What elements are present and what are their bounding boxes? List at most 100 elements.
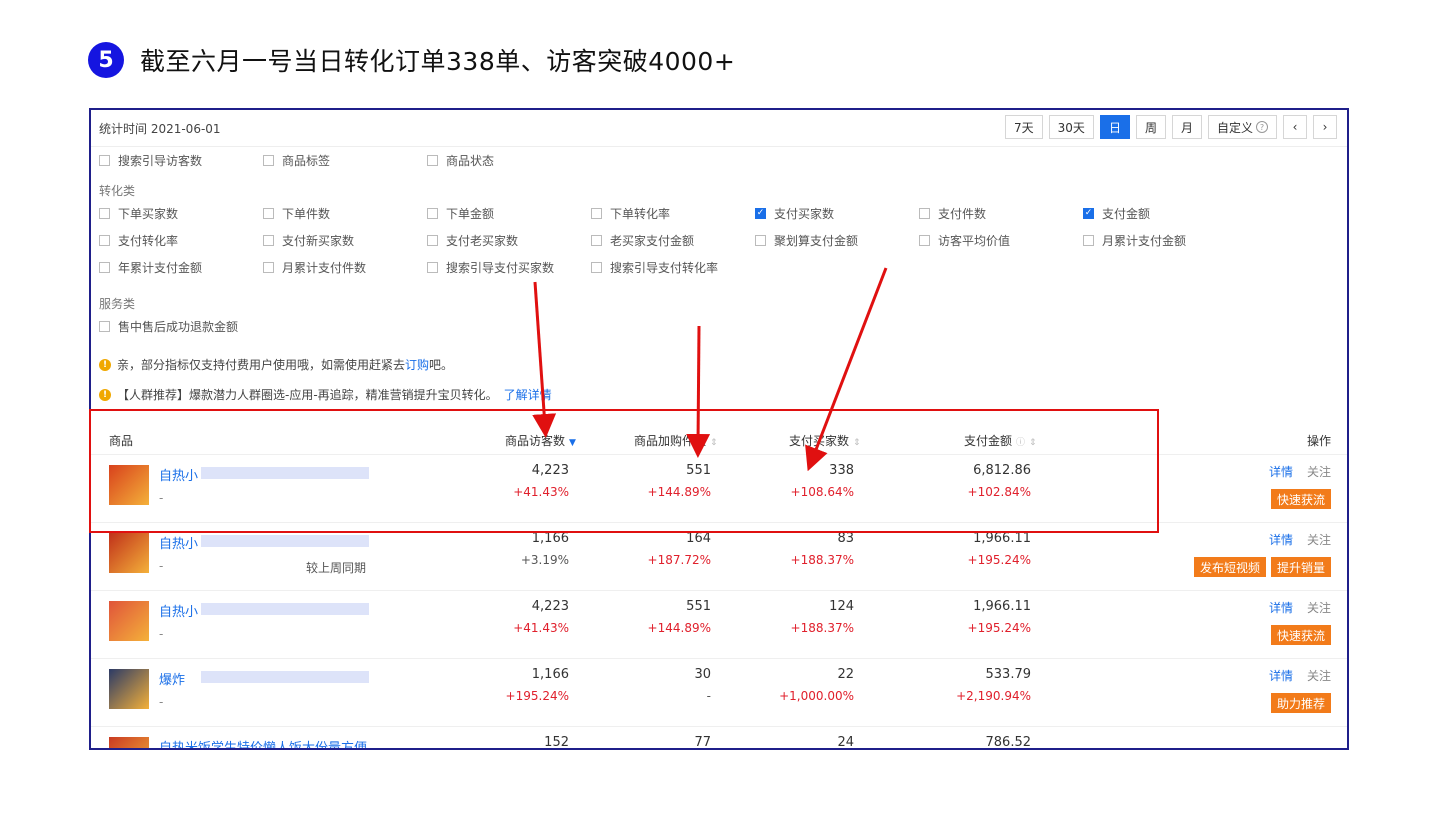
product-name-link[interactable]: 自热小 (159, 601, 198, 620)
metric-row: 搜索引导访客数 商品标签 商品状态 (99, 150, 1337, 177)
metric-label: 月累计支付金额 (1102, 233, 1187, 248)
checkbox-icon (755, 234, 766, 246)
metric-checkbox[interactable]: ✓ 支付买家数 (755, 203, 834, 223)
checkbox-icon (263, 207, 274, 219)
metric-label: 支付新买家数 (282, 233, 355, 248)
follow-link[interactable]: 关注 (1307, 601, 1331, 615)
metric-checkbox[interactable]: 老买家支付金额 (591, 230, 694, 250)
metric-checkbox[interactable]: 搜索引导访客数 (99, 150, 202, 170)
subscribe-link[interactable]: 订购 (405, 356, 429, 373)
metric-label: 下单件数 (282, 206, 331, 221)
product-name-link[interactable]: 自热米饭学生特价懒人饭大份量方便 (159, 737, 367, 748)
cell-cart: 30 - (601, 659, 711, 727)
range-custom-button[interactable]: 自定义 ? (1207, 115, 1277, 139)
promo-button[interactable]: 提升销量 (1270, 557, 1331, 577)
metric-checkbox[interactable]: 月累计支付件数 (263, 257, 366, 277)
follow-link[interactable]: 关注 (1307, 533, 1331, 547)
promo-button[interactable]: 发布短视频 (1193, 557, 1266, 577)
checkbox-icon (919, 207, 930, 219)
metric-checkbox[interactable]: 售中售后成功退款金额 (99, 316, 238, 336)
cart-value: 164 (686, 531, 711, 546)
product-name-link[interactable]: 爆炸 (159, 669, 185, 688)
metric-label: 下单买家数 (118, 206, 179, 221)
metric-checkbox[interactable]: 下单买家数 (99, 203, 178, 223)
metric-label: 搜索引导支付买家数 (446, 260, 555, 275)
checkbox-icon (591, 207, 602, 219)
metric-label: 搜索引导访客数 (118, 153, 203, 168)
metric-label: 年累计支付金额 (118, 260, 203, 275)
visitors-change: +41.43% (513, 621, 569, 635)
metric-checkbox[interactable]: 访客平均价值 (919, 230, 1010, 250)
detail-link[interactable]: 详情 (1269, 533, 1293, 547)
buyers-change: +188.37% (790, 621, 854, 635)
follow-link[interactable]: 关注 (1307, 669, 1331, 683)
metric-row: 年累计支付金额 月累计支付件数 搜索引导支付买家数 搜索引导支付转化率 (99, 257, 1337, 284)
metric-checkbox[interactable]: 支付转化率 (99, 230, 178, 250)
range-day-button[interactable]: 日 (1099, 115, 1130, 139)
warning-icon: ! (99, 358, 111, 371)
amount-value: 1,966.11 (973, 599, 1031, 614)
learn-more-link[interactable]: 了解详情 (504, 386, 552, 403)
product-name-link[interactable]: 自热小 (159, 533, 198, 552)
metric-row: 售中售后成功退款金额 (99, 316, 1337, 343)
cell-visitors: 1,166 +195.24% (459, 659, 569, 727)
table-row: 自热小 - 4,223 +41.43% 551 +144.89% 124 +188.37% 1,… (91, 590, 1347, 659)
cell-visitors: 152 (459, 727, 569, 748)
cart-value: 77 (694, 735, 711, 750)
detail-link[interactable]: 详情 (1269, 465, 1293, 479)
detail-link[interactable]: 详情 (1269, 669, 1293, 683)
metric-checkbox[interactable]: 支付老买家数 (427, 230, 518, 250)
follow-link[interactable]: 关注 (1307, 465, 1331, 479)
metric-checkbox[interactable]: 支付件数 (919, 203, 986, 223)
range-week-button[interactable]: 周 (1135, 115, 1166, 139)
promo-button[interactable]: 快速获流 (1270, 489, 1331, 509)
headline-text: 截至六月一号当日转化订单338单、访客突破4000+ (140, 47, 736, 76)
range-7d-button[interactable]: 7天 (1005, 115, 1043, 139)
metric-checkbox[interactable]: ✓ 支付金额 (1083, 203, 1150, 223)
next-button[interactable]: › (1313, 115, 1337, 139)
notice-text: 【人群推荐】爆款潜力人群圈选-应用-再追踪，精准营销提升宝贝转化。 (117, 388, 498, 402)
metric-checkbox[interactable]: 下单件数 (263, 203, 330, 223)
detail-link[interactable]: 详情 (1269, 601, 1293, 615)
amount-change: +195.24% (967, 621, 1031, 635)
buyers-change: +1,000.00% (779, 689, 854, 703)
metric-label: 搜索引导支付转化率 (610, 260, 719, 275)
prev-button[interactable]: ‹ (1283, 115, 1307, 139)
product-thumbnail[interactable] (109, 737, 149, 748)
metric-checkbox[interactable]: 支付新买家数 (263, 230, 354, 250)
checkbox-icon (99, 154, 110, 166)
checkbox-icon (427, 234, 438, 246)
cell-amount: 1,966.11 +195.24% (921, 591, 1031, 659)
metric-checkbox[interactable]: 搜索引导支付转化率 (591, 257, 718, 277)
metric-label: 售中售后成功退款金额 (118, 319, 239, 334)
headline: 5 截至六月一号当日转化订单338单、访客突破4000+ (88, 40, 735, 80)
action-buttons: 发布短视频 提升销量 (1193, 557, 1331, 577)
metric-checkbox[interactable]: 下单金额 (427, 203, 494, 223)
metric-checkbox[interactable]: 下单转化率 (591, 203, 670, 223)
compare-label: 较上周同期 (306, 561, 367, 575)
checkbox-icon (427, 261, 438, 273)
cell-amount: 786.52 (921, 727, 1032, 748)
service-category-label: 服务类 (99, 297, 136, 311)
metric-checkbox[interactable]: 聚划算支付金额 (755, 230, 858, 250)
action-links: 详情 关注 (1269, 667, 1331, 684)
blurred-region (201, 535, 369, 547)
checkbox-icon (263, 261, 274, 273)
range-month-button[interactable]: 月 (1171, 115, 1202, 139)
promo-button[interactable]: 快速获流 (1270, 625, 1331, 645)
product-thumbnail[interactable] (109, 669, 149, 709)
promo-button[interactable]: 助力推荐 (1270, 693, 1331, 713)
metric-checkbox[interactable]: 商品标签 (263, 150, 330, 170)
cell-buyers: 124 +188.37% (744, 591, 854, 659)
metric-checkbox[interactable]: 月累计支付金额 (1083, 230, 1186, 250)
visitors-value: 1,166 (531, 531, 569, 546)
product-thumbnail[interactable] (109, 533, 149, 573)
metric-checkbox[interactable]: 年累计支付金额 (99, 257, 202, 277)
metric-checkbox[interactable]: 商品状态 (427, 150, 494, 170)
metric-checkbox[interactable]: 搜索引导支付买家数 (427, 257, 554, 277)
metric-label: 支付件数 (938, 206, 987, 221)
visitors-change: +195.24% (505, 689, 569, 703)
range-30d-button[interactable]: 30天 (1048, 115, 1094, 139)
product-thumbnail[interactable] (109, 601, 149, 641)
amount-change: +195.24% (967, 553, 1031, 567)
